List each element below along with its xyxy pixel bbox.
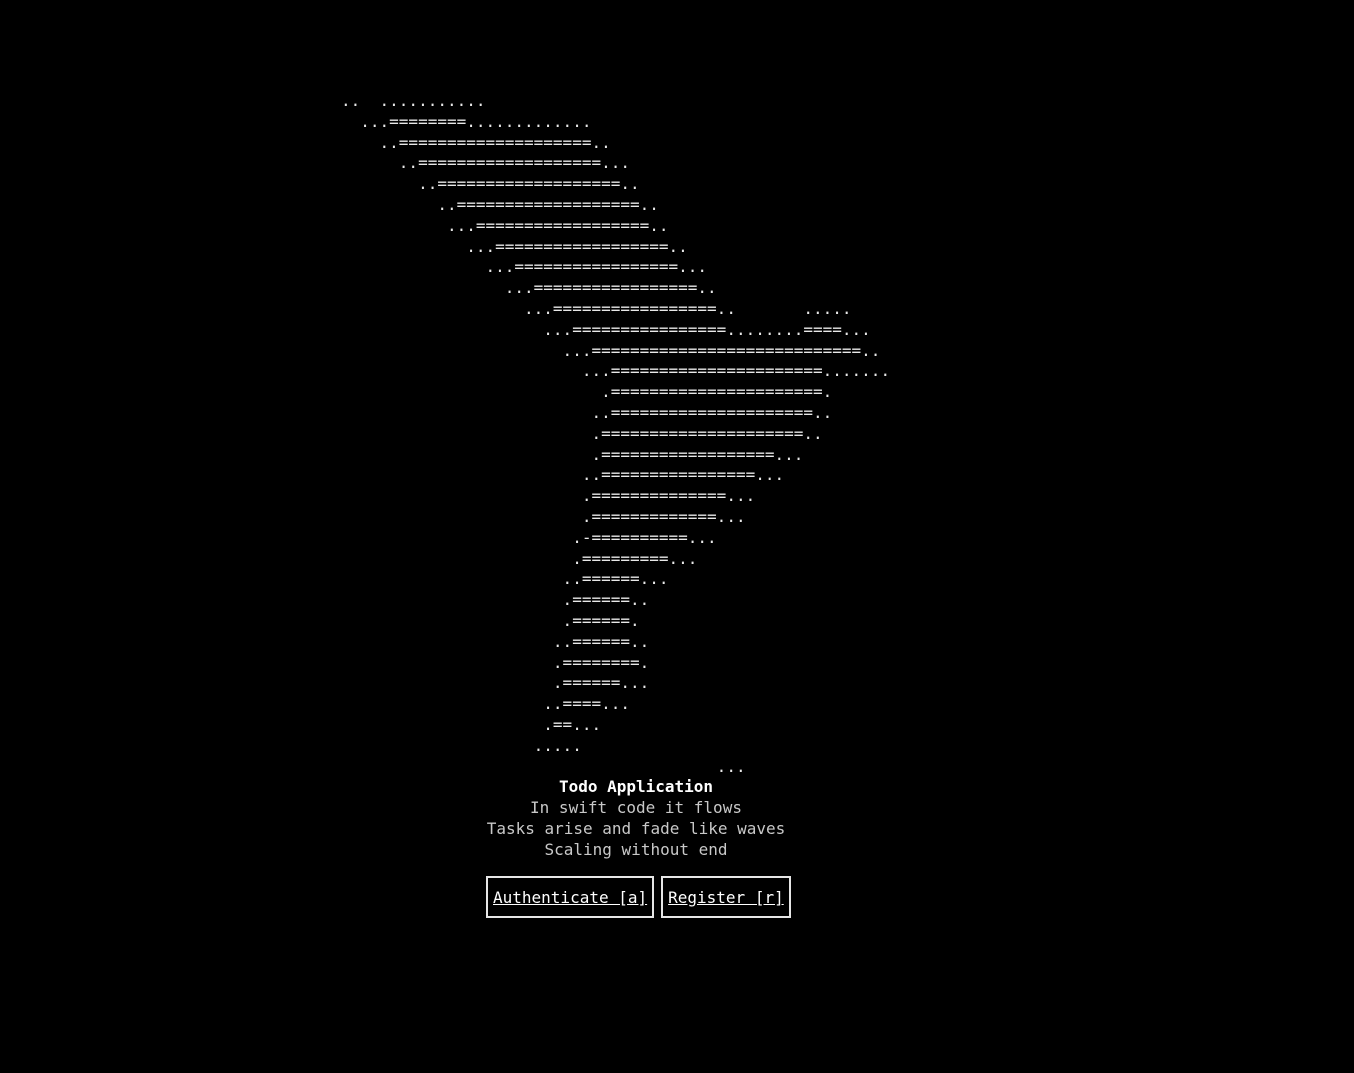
haiku-line-1: In swift code it flows	[530, 798, 742, 817]
haiku-line-3: Scaling without end	[544, 840, 728, 859]
register-button[interactable]: Register [r]	[661, 876, 791, 918]
terminal-window: .. ........... ...========............. …	[0, 0, 1354, 1073]
ascii-art-logo: .. ........... ...========............. …	[341, 91, 891, 776]
haiku-line-2: Tasks arise and fade like waves	[486, 819, 786, 838]
app-title: Todo Application	[558, 777, 714, 796]
authenticate-button[interactable]: Authenticate [a]	[486, 876, 655, 918]
app-caption: Todo Application In swift code it flows …	[0, 776, 1272, 860]
action-buttons: Authenticate [a] Register [r]	[486, 876, 791, 918]
